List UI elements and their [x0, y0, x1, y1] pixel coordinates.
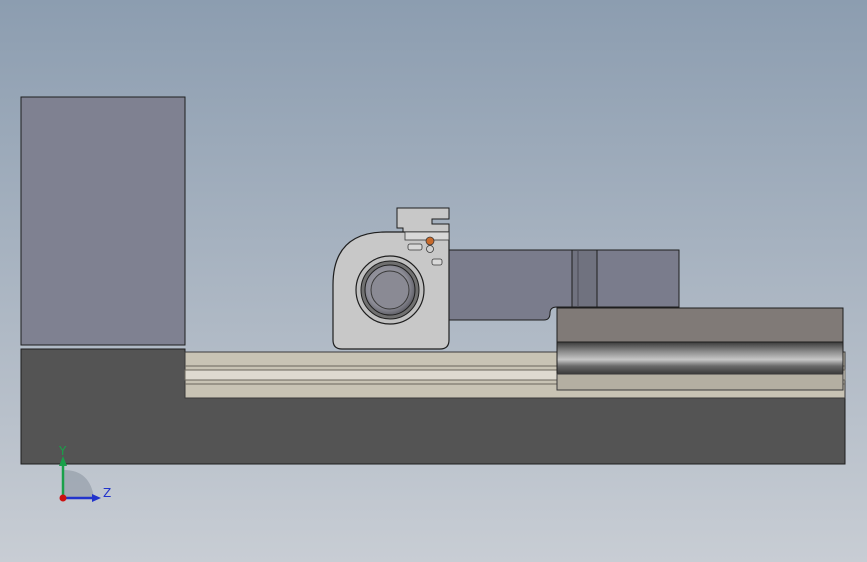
left-upright-block[interactable] [20, 96, 186, 346]
assembly-scene[interactable]: Y Z [0, 0, 867, 562]
housing-notch-1 [431, 258, 443, 266]
carriage-roller[interactable] [556, 341, 844, 375]
y-axis-label: Y [58, 444, 67, 458]
arm-coupling-band [571, 249, 598, 308]
carriage-bottom [556, 373, 844, 391]
origin-point [59, 494, 67, 502]
bearing-bore [370, 270, 410, 310]
cad-viewport[interactable]: Y Z [0, 0, 867, 562]
carriage-top-plate[interactable] [556, 307, 844, 343]
housing-notch-2 [407, 243, 423, 251]
z-axis-label: Z [103, 486, 111, 500]
orange-marker[interactable] [425, 236, 435, 246]
small-screw [426, 245, 434, 253]
